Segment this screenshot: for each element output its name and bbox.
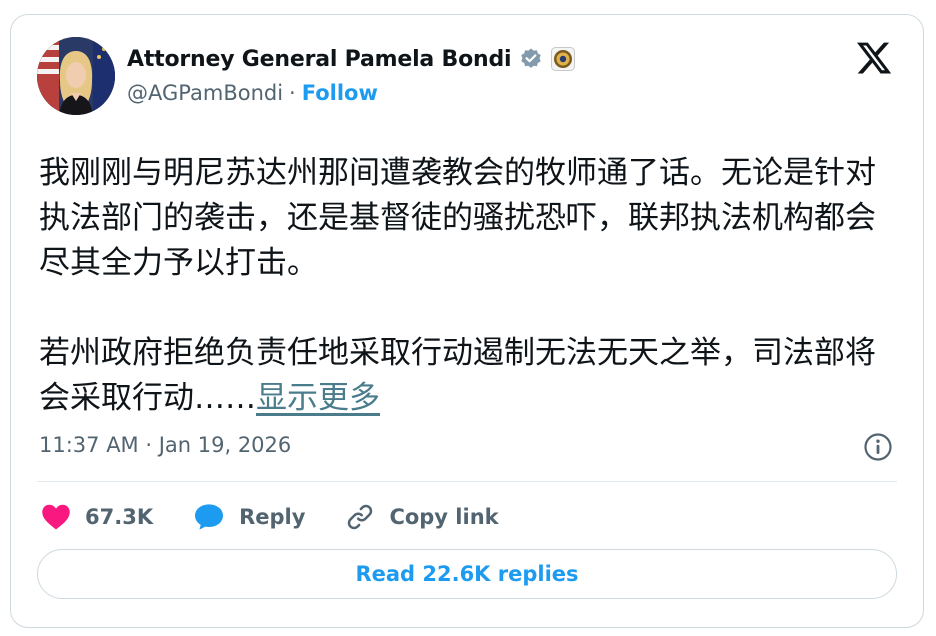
author-name-row: Attorney General Pamela Bondi xyxy=(127,43,576,75)
read-replies-button[interactable]: Read 22.6K replies xyxy=(37,549,897,599)
show-more-link[interactable]: 显示更多 xyxy=(256,380,380,416)
like-button[interactable]: 67.3K xyxy=(41,503,153,531)
speech-bubble-icon xyxy=(193,502,225,532)
tweet-paragraph-1: 我刚刚与明尼苏达州那间遭袭教会的牧师通了话。无论是针对执法部门的袭击，还是基督徒… xyxy=(39,155,876,281)
link-icon xyxy=(345,502,375,532)
author-display-name[interactable]: Attorney General Pamela Bondi xyxy=(127,47,512,72)
info-icon[interactable] xyxy=(863,432,893,462)
action-bar: 67.3K Reply Copy link xyxy=(41,497,499,537)
tweet-paragraph-2: 若州政府拒绝负责任地采取行动遏制无法无天之举，司法部将会采取行动…… xyxy=(39,335,876,416)
heart-icon xyxy=(41,503,71,531)
like-count: 67.3K xyxy=(85,505,154,529)
divider xyxy=(37,481,897,482)
tweet-card: Attorney General Pamela Bondi @AGPamBond… xyxy=(10,14,924,628)
reply-button[interactable]: Reply xyxy=(193,502,305,532)
copy-link-label: Copy link xyxy=(389,505,499,529)
reply-label: Reply xyxy=(239,505,306,529)
follow-button[interactable]: Follow xyxy=(302,81,378,105)
avatar[interactable] xyxy=(37,37,115,115)
copy-link-button[interactable]: Copy link xyxy=(345,502,499,532)
x-logo-icon[interactable] xyxy=(855,39,893,77)
author-handle[interactable]: @AGPamBondi xyxy=(127,81,283,105)
read-replies-label: Read 22.6K replies xyxy=(355,562,579,586)
author-handle-row: @AGPamBondi · Follow xyxy=(127,81,378,105)
tweet-timestamp[interactable]: 11:37 AM · Jan 19, 2026 xyxy=(39,433,291,457)
tweet-text: 我刚刚与明尼苏达州那间遭袭教会的牧师通了话。无论是针对执法部门的袭击，还是基督徒… xyxy=(39,151,899,421)
handle-separator: · xyxy=(289,81,296,105)
verified-badge-icon[interactable] xyxy=(519,47,543,71)
doj-seal-icon[interactable] xyxy=(551,47,576,71)
